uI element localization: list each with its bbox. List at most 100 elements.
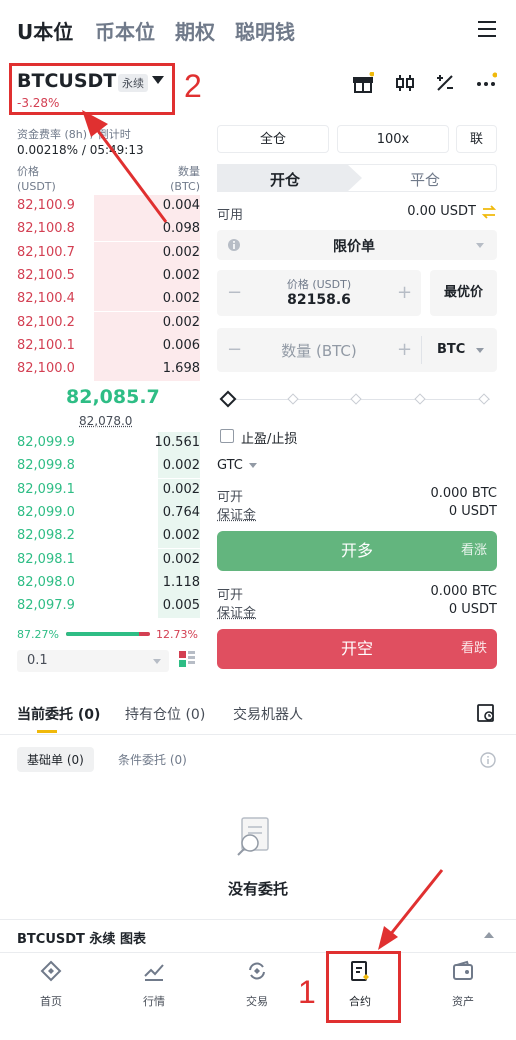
- ask-qty: 0.002: [162, 244, 200, 260]
- bid-row[interactable]: 82,099.9 10.561: [17, 432, 200, 455]
- info-icon[interactable]: [480, 752, 496, 768]
- tab-smart-money[interactable]: 聪明钱: [235, 16, 295, 45]
- open-long-button[interactable]: 开多 看涨: [217, 531, 497, 571]
- available-label: 可用: [217, 208, 244, 223]
- nav-home-label: 首页: [40, 995, 62, 1008]
- last-price[interactable]: 82,085.7: [66, 386, 160, 408]
- open-short-hint: 看跌: [460, 641, 487, 656]
- bid-price: 82,099.9: [17, 435, 75, 450]
- menu-icon[interactable]: [478, 21, 496, 37]
- ask-row[interactable]: 82,100.5 0.002: [17, 264, 200, 288]
- ask-row[interactable]: 82,100.0 1.698: [17, 358, 200, 382]
- open-short-label: 开空: [340, 639, 373, 658]
- nav-trade[interactable]: 交易: [222, 960, 292, 1009]
- ask-price: 82,100.7: [17, 244, 75, 260]
- asset-mode-button[interactable]: 联: [456, 125, 497, 153]
- ask-row[interactable]: 82,100.1 0.006: [17, 334, 200, 358]
- info-icon[interactable]: [227, 238, 241, 252]
- divider: [421, 336, 422, 364]
- ask-qty: 0.002: [162, 267, 200, 283]
- slider-mark-75[interactable]: [414, 393, 426, 405]
- chevron-up-icon[interactable]: [484, 932, 494, 938]
- ask-row[interactable]: 82,100.7 0.002: [17, 241, 200, 265]
- ask-row[interactable]: 82,100.9 0.004: [17, 195, 200, 218]
- empty-orders-icon: [237, 817, 269, 856]
- tpsl-label: 止盈/止损: [241, 432, 298, 447]
- ask-qty: 0.002: [162, 291, 200, 307]
- price-input-label: 价格 (USDT): [286, 278, 352, 291]
- bid-price: 82,098.0: [17, 574, 75, 590]
- qty-unit-select[interactable]: BTC: [437, 342, 465, 357]
- ask-price: 82,100.1: [17, 337, 75, 353]
- divider: [0, 952, 516, 953]
- subtab-basic-orders[interactable]: 基础单 (0): [17, 747, 94, 772]
- available-value: 0.00 USDT: [407, 204, 476, 219]
- ask-price: 82,100.9: [17, 198, 75, 213]
- tab-trading-bots[interactable]: 交易机器人: [233, 704, 303, 724]
- chevron-down-icon: [476, 348, 484, 353]
- chart-bar-title[interactable]: BTCUSDT 永续 图表: [17, 928, 146, 947]
- tab-coin-m[interactable]: 币本位: [95, 16, 155, 45]
- bid-row[interactable]: 82,099.8 0.002: [17, 455, 200, 479]
- slider-mark-100[interactable]: [478, 393, 490, 405]
- bid-price: 82,098.2: [17, 528, 75, 544]
- bid-row[interactable]: 82,098.2 0.002: [17, 525, 200, 549]
- short-open-value: 0.000 BTC: [430, 584, 497, 599]
- order-history-icon[interactable]: [476, 703, 496, 723]
- tif-select[interactable]: GTC: [217, 458, 243, 473]
- tab-positions[interactable]: 持有仓位 (0): [125, 704, 205, 724]
- tpsl-checkbox[interactable]: [220, 429, 234, 443]
- ask-row[interactable]: 82,100.2 0.002: [17, 311, 200, 335]
- nav-assets-label: 资产: [452, 995, 474, 1008]
- tab-open-orders[interactable]: 当前委托 (0): [17, 704, 100, 724]
- open-long-label: 开多: [340, 541, 373, 560]
- best-price-button[interactable]: 最优价: [430, 270, 497, 316]
- ask-price: 82,100.5: [17, 267, 75, 283]
- more-icon[interactable]: [475, 72, 497, 94]
- qty-header-unit: (BTC): [170, 180, 200, 193]
- calculator-icon[interactable]: [434, 72, 456, 94]
- candlestick-icon[interactable]: [394, 72, 416, 94]
- depth-step-select[interactable]: 0.1: [17, 650, 169, 672]
- chevron-down-icon: [476, 243, 484, 248]
- bid-row[interactable]: 82,098.1 0.002: [17, 548, 200, 572]
- slider-handle[interactable]: [219, 390, 237, 408]
- tab-usdt-m[interactable]: U本位: [17, 16, 73, 45]
- funding-label: 资金费率 (8h) / 倒计时: [17, 128, 131, 141]
- leverage-button[interactable]: 100x: [337, 125, 449, 153]
- tab-close-position[interactable]: 平仓: [410, 169, 440, 190]
- active-tab-indicator: [37, 730, 57, 733]
- long-margin-value: 0 USDT: [448, 504, 497, 519]
- ask-qty: 0.098: [162, 221, 200, 237]
- price-header-label: 价格: [17, 165, 39, 178]
- ask-price: 82,100.8: [17, 221, 75, 237]
- nav-assets[interactable]: 资产: [428, 960, 498, 1009]
- qty-header: 数量 (BTC): [160, 164, 200, 194]
- margin-mode-button[interactable]: 全仓: [217, 125, 329, 153]
- bid-row[interactable]: 82,098.0 1.118: [17, 571, 200, 595]
- bid-qty: 0.002: [162, 458, 200, 474]
- depth-step-value: 0.1: [27, 653, 48, 668]
- bid-row[interactable]: 82,099.1 0.002: [17, 478, 200, 502]
- subtab-conditional-orders[interactable]: 条件委托 (0): [118, 751, 187, 768]
- tab-options[interactable]: 期权: [175, 16, 215, 45]
- bid-row[interactable]: 82,097.9 0.005: [17, 595, 200, 619]
- slider-mark-25[interactable]: [287, 393, 299, 405]
- orderbook-layout-icon[interactable]: [178, 650, 196, 668]
- bid-row[interactable]: 82,099.0 0.764: [17, 501, 200, 525]
- bid-qty: 0.764: [162, 504, 200, 520]
- bid-price: 82,099.1: [17, 481, 75, 497]
- bid-qty: 0.002: [162, 551, 200, 567]
- gift-icon[interactable]: [352, 72, 374, 94]
- nav-markets[interactable]: 行情: [119, 960, 189, 1009]
- mark-price[interactable]: 82,078.0: [79, 414, 132, 428]
- nav-home[interactable]: 首页: [16, 960, 86, 1009]
- order-type-value: 限价单: [333, 239, 375, 255]
- slider-mark-50[interactable]: [350, 393, 362, 405]
- open-short-button[interactable]: 开空 看跌: [217, 629, 497, 669]
- transfer-icon[interactable]: [481, 204, 497, 220]
- ask-row[interactable]: 82,100.4 0.002: [17, 288, 200, 312]
- tab-open-position[interactable]: 开仓: [270, 169, 300, 190]
- ask-row[interactable]: 82,100.8 0.098: [17, 218, 200, 242]
- chevron-down-icon: [153, 659, 161, 664]
